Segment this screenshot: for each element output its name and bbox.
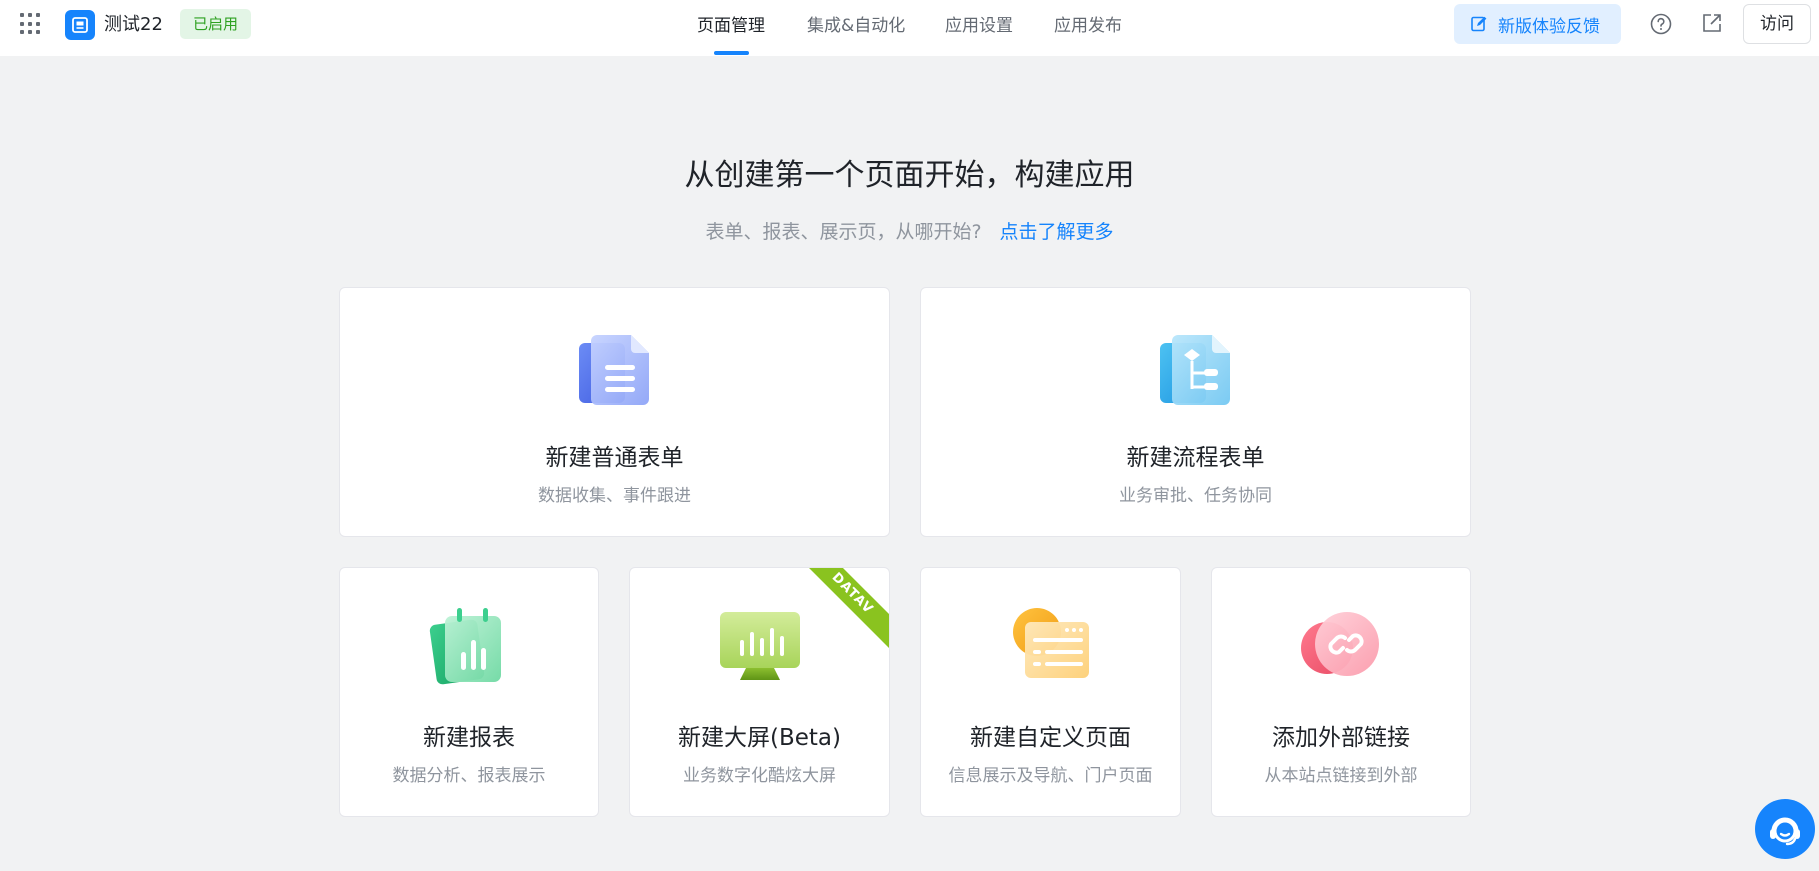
feedback-button[interactable]: 新版体验反馈 [1454,4,1621,44]
tab-app-settings[interactable]: 应用设置 [945,14,1013,38]
hero-subtitle: 表单、报表、展示页，从哪开始? 点击了解更多 [0,218,1819,246]
headset-icon [1770,817,1800,846]
report-icon [429,608,501,685]
datav-ribbon: DATAV [797,568,889,649]
feedback-label: 新版体验反馈 [1498,16,1600,37]
process-form-icon [1159,335,1230,405]
visit-button[interactable]: 访问 [1743,4,1811,44]
tab-app-publish[interactable]: 应用发布 [1054,14,1122,38]
create-form-card[interactable]: 新建普通表单 数据收集、事件跟进 [339,287,890,537]
card-title: 新建普通表单 [545,445,684,471]
app-name[interactable]: 测试22 [104,13,163,37]
card-description: 数据收集、事件跟进 [538,486,691,506]
card-title: 新建自定义页面 [970,725,1131,751]
open-external-icon[interactable] [1700,11,1724,35]
add-external-link-card[interactable]: 添加外部链接 从本站点链接到外部 [1211,567,1471,817]
card-description: 业务数字化酷炫大屏 [683,766,836,786]
tab-integration-automation[interactable]: 集成&自动化 [807,14,905,38]
hero-subtitle-text: 表单、报表、展示页，从哪开始? [705,221,982,243]
form-icon [578,335,649,405]
edit-icon [1471,16,1487,32]
app-logo-icon [65,10,95,40]
card-description: 数据分析、报表展示 [392,766,546,786]
card-title: 新建报表 [423,725,515,751]
hero-title: 从创建第一个页面开始，构建应用 [684,158,1135,193]
active-tab-indicator [714,51,749,55]
create-custom-page-card[interactable]: 新建自定义页面 信息展示及导航、门户页面 [920,567,1181,817]
create-process-form-card[interactable]: 新建流程表单 业务审批、任务协同 [920,287,1471,537]
card-title: 新建大屏(Beta) [678,725,841,751]
card-description: 从本站点链接到外部 [1264,766,1418,786]
create-report-card[interactable]: 新建报表 数据分析、报表展示 [339,567,599,817]
dashboard-screen-icon [719,612,800,680]
create-big-screen-card[interactable]: DATAV 新建大屏(Beta) 业务数字化酷炫大屏 [629,567,890,817]
card-title: 添加外部链接 [1272,725,1410,751]
help-icon[interactable] [1649,12,1673,36]
customer-support-button[interactable] [1755,799,1815,859]
top-header: 测试22 已启用 页面管理 集成&自动化 应用设置 应用发布 新版体验反馈 访问 [0,0,1819,56]
card-title: 新建流程表单 [1126,445,1265,471]
learn-more-link[interactable]: 点击了解更多 [1000,221,1114,243]
card-description: 信息展示及导航、门户页面 [948,766,1153,786]
status-badge: 已启用 [180,9,252,39]
app-grid-icon[interactable] [20,13,42,35]
tab-page-management[interactable]: 页面管理 [697,14,765,38]
card-description: 业务审批、任务协同 [1119,486,1272,506]
external-link-icon [1301,612,1379,676]
custom-page-icon [1012,608,1089,678]
